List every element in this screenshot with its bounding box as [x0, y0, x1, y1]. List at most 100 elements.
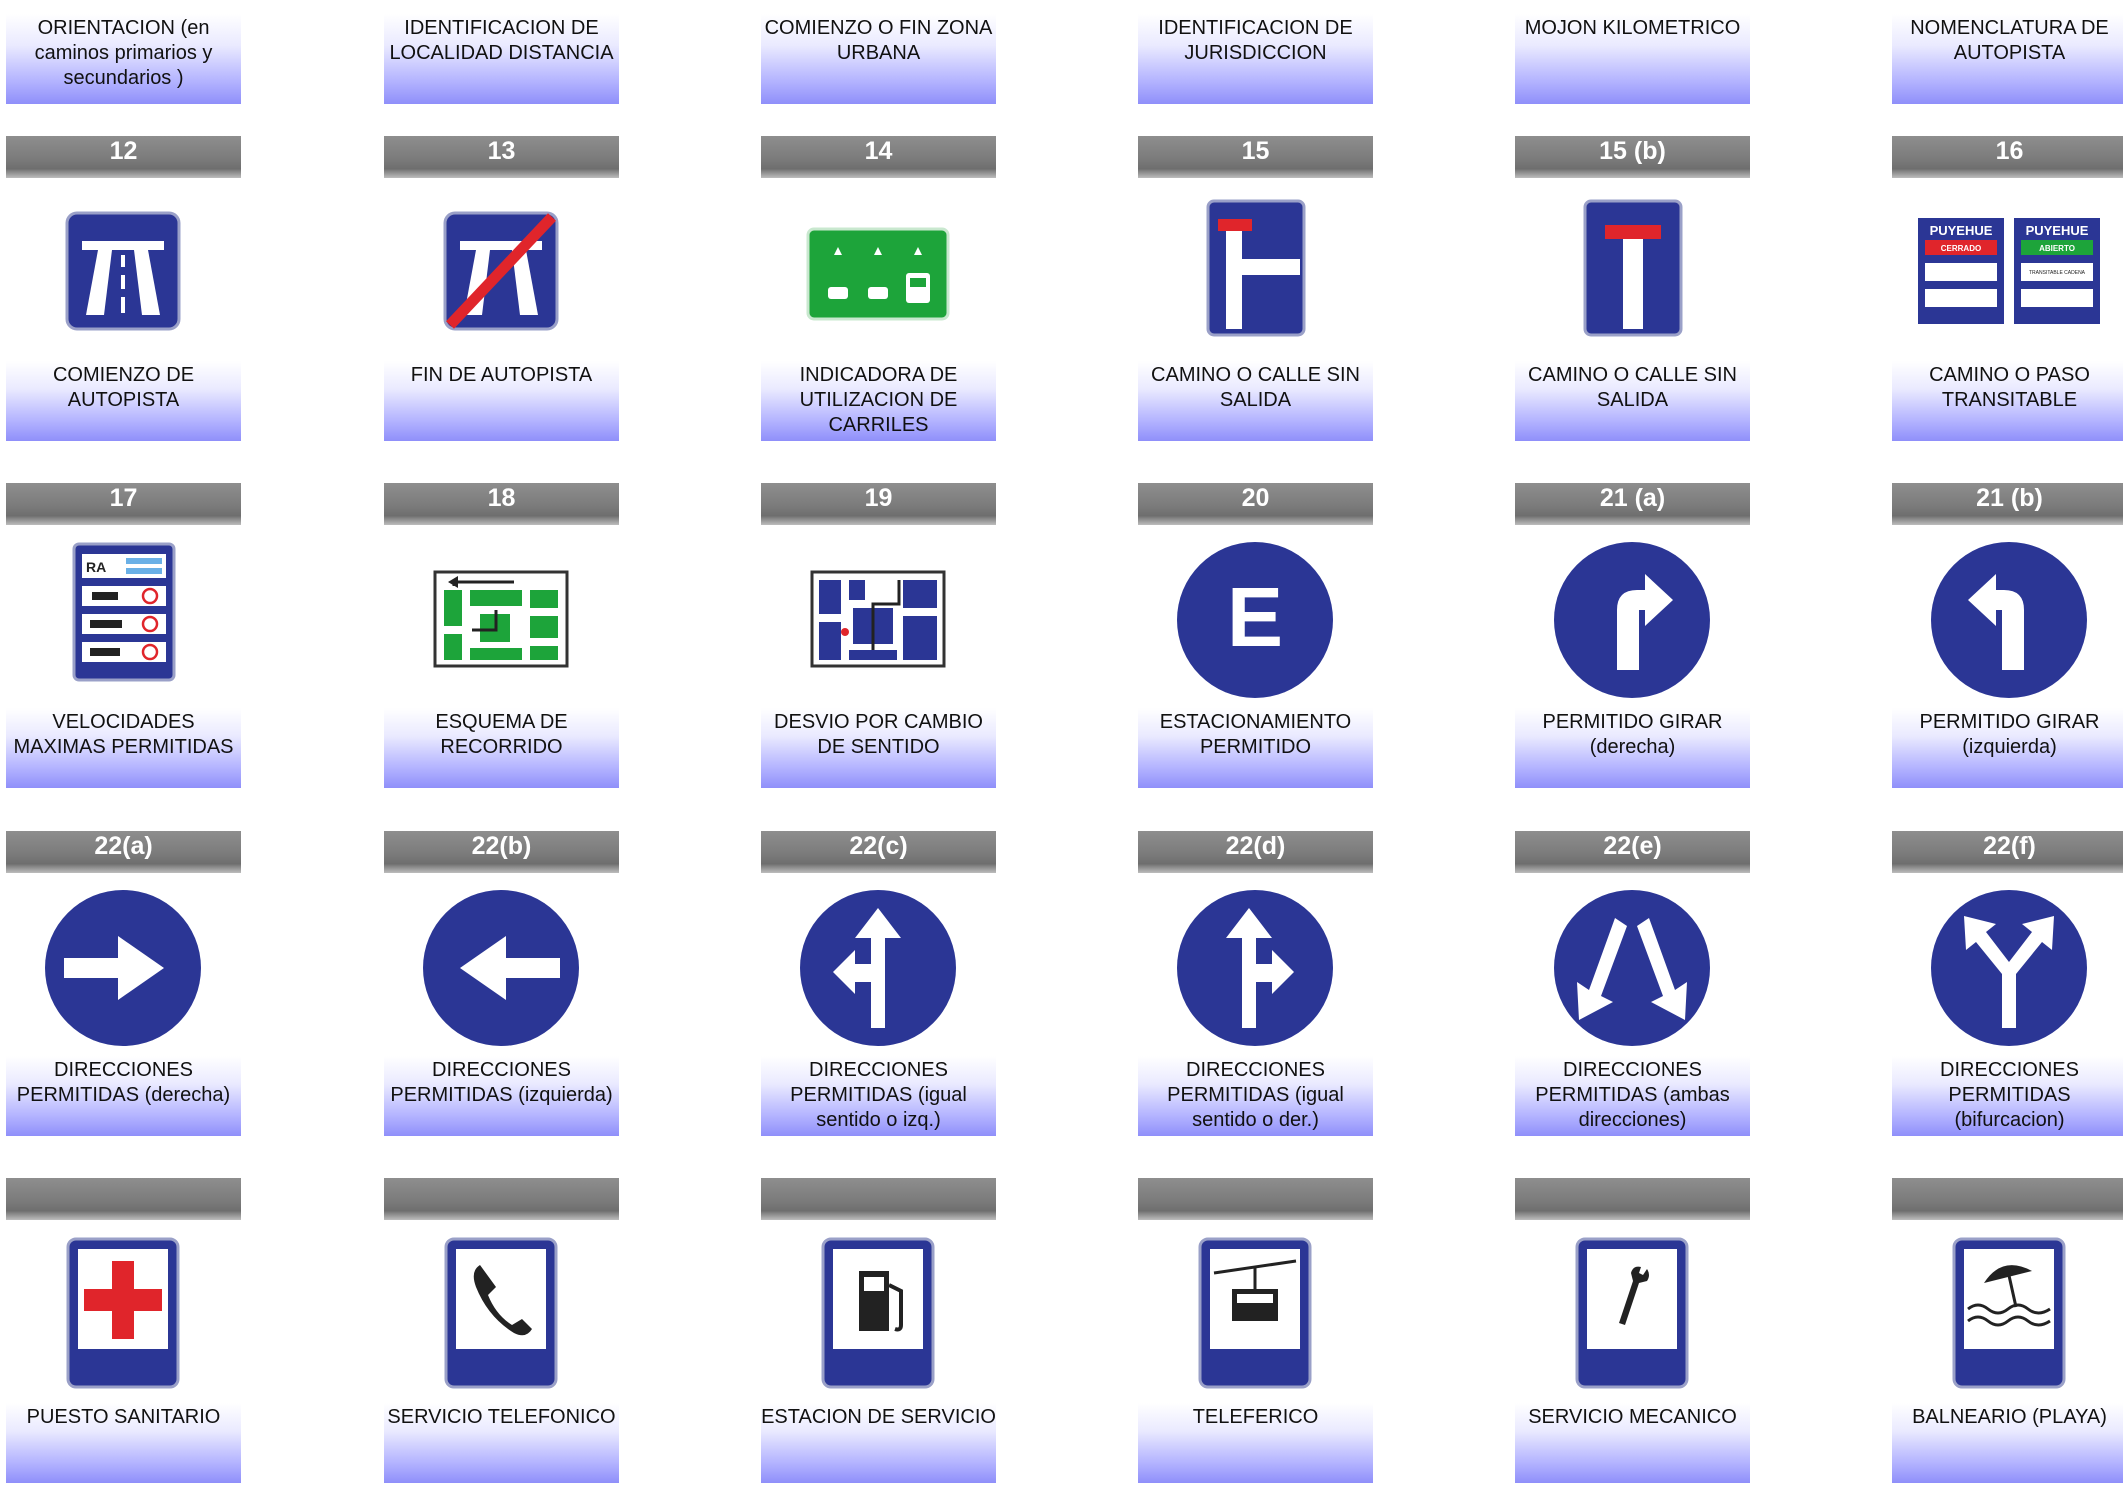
- sign-label: VELOCIDADES MAXIMAS PERMITIDAS: [6, 708, 241, 788]
- sign-label: PUESTO SANITARIO: [6, 1403, 241, 1483]
- sign-number-header: 16: [1892, 136, 2123, 178]
- telephone-sign-icon: [384, 1225, 619, 1400]
- sign-card: COMIENZO O FIN ZONA URBANA: [761, 0, 996, 105]
- mechanic-sign-icon: [1515, 1225, 1750, 1400]
- sign-label: COMIENZO DE AUTOPISTA: [6, 361, 241, 441]
- sign-card: 22(b) DIRECCIONES PERMITIDAS (izquierda): [384, 831, 619, 1141]
- cable-car-sign-icon: [1138, 1225, 1373, 1400]
- sign-card: SERVICIO MECANICO: [1515, 1178, 1750, 1488]
- sign-card: NOMENCLATURA DE AUTOPISTA: [1892, 0, 2123, 105]
- sign-card: 13 FIN DE AUTOPISTA: [384, 136, 619, 446]
- sign-label: ESTACION DE SERVICIO: [761, 1403, 996, 1483]
- sign-label: MOJON KILOMETRICO: [1515, 14, 1750, 104]
- sign-label: CAMINO O CALLE SIN SALIDA: [1515, 361, 1750, 441]
- straight-or-left-sign-icon: [761, 878, 996, 1053]
- sign-card: BALNEARIO (PLAYA): [1892, 1178, 2123, 1488]
- sign-card: PUESTO SANITARIO: [6, 1178, 241, 1488]
- route-scheme-sign-icon: [384, 530, 619, 705]
- sign-label: DIRECCIONES PERMITIDAS (derecha): [6, 1056, 241, 1136]
- sign-label: IDENTIFICACION DE LOCALIDAD DISTANCIA: [384, 14, 619, 104]
- lane-usage-sign-icon: [761, 183, 996, 358]
- sign-card: 12 COMIENZO DE AUTOPISTA: [6, 136, 241, 446]
- dead-end-sign-icon: [1515, 183, 1750, 358]
- sign-label: NOMENCLATURA DE AUTOPISTA: [1892, 14, 2123, 104]
- turn-right-sign-icon: [1515, 530, 1750, 705]
- sign-number-header: 22(d): [1138, 831, 1373, 873]
- sign-label: ESQUEMA DE RECORRIDO: [384, 708, 619, 788]
- sign-label: ESTACIONAMIENTO PERMITIDO: [1138, 708, 1373, 788]
- highway-end-sign-icon: [384, 183, 619, 358]
- sign-number-header: 13: [384, 136, 619, 178]
- sign-label: CAMINO O CALLE SIN SALIDA: [1138, 361, 1373, 441]
- sign-card: 17 RA VELOCIDADES MAXIMAS PERMITIDAS: [6, 483, 241, 793]
- sign-card: 19 DESVIO POR CAMBIO DE SENTIDO: [761, 483, 996, 793]
- fork-sign-icon: [1892, 878, 2123, 1053]
- sign-number-header: 22(c): [761, 831, 996, 873]
- sign-number-header: [1138, 1178, 1373, 1220]
- sign-label: CAMINO O PASO TRANSITABLE: [1892, 361, 2123, 441]
- sign-number-header: 17: [6, 483, 241, 525]
- speed-header-text: RA: [86, 559, 106, 575]
- sign-card: 16 PUYEHUE PUYEHUE CERRADO ABIERTO TRANS…: [1892, 136, 2123, 446]
- sign-label: DIRECCIONES PERMITIDAS (igual sentido o …: [761, 1056, 996, 1136]
- pass-name-left: PUYEHUE: [1930, 223, 1993, 238]
- sign-label: PERMITIDO GIRAR (izquierda): [1892, 708, 2123, 788]
- sign-label: SERVICIO TELEFONICO: [384, 1403, 619, 1483]
- sign-label: PERMITIDO GIRAR (derecha): [1515, 708, 1750, 788]
- sign-card: 22(d) DIRECCIONES PERMITIDAS (igual sent…: [1138, 831, 1373, 1141]
- pass-note-text: TRANSITABLE CADENA: [2029, 270, 2086, 276]
- sign-card: 18 ESQUEMA DE RECORRIDO: [384, 483, 619, 793]
- sign-card: IDENTIFICACION DE LOCALIDAD DISTANCIA: [384, 0, 619, 105]
- sign-number-header: 18: [384, 483, 619, 525]
- arrow-left-sign-icon: [384, 878, 619, 1053]
- sign-number-header: 22(e): [1515, 831, 1750, 873]
- sign-card: 15 CAMINO O CALLE SIN SALIDA: [1138, 136, 1373, 446]
- sign-card: ESTACION DE SERVICIO: [761, 1178, 996, 1488]
- sign-card: 22(a) DIRECCIONES PERMITIDAS (derecha): [6, 831, 241, 1141]
- sign-label: DIRECCIONES PERMITIDAS (bifurcacion): [1892, 1056, 2123, 1136]
- sign-number-header: 19: [761, 483, 996, 525]
- sign-card: 22(e) DIRECCIONES PERMITIDAS (ambas dire…: [1515, 831, 1750, 1141]
- sign-number-header: 22(a): [6, 831, 241, 873]
- sign-number-header: 12: [6, 136, 241, 178]
- sign-label: DIRECCIONES PERMITIDAS (ambas direccione…: [1515, 1056, 1750, 1136]
- sign-label: COMIENZO O FIN ZONA URBANA: [761, 14, 996, 104]
- sign-card: TELEFERICO: [1138, 1178, 1373, 1488]
- sign-label: DESVIO POR CAMBIO DE SENTIDO: [761, 708, 996, 788]
- sign-number-header: [1515, 1178, 1750, 1220]
- sign-number-header: 22(f): [1892, 831, 2123, 873]
- sign-number-header: [761, 1178, 996, 1220]
- sign-label: IDENTIFICACION DE JURISDICCION: [1138, 14, 1373, 104]
- pass-status-sign-icon: PUYEHUE PUYEHUE CERRADO ABIERTO TRANSITA…: [1892, 183, 2123, 358]
- sign-number-header: [6, 1178, 241, 1220]
- first-aid-sign-icon: [6, 1225, 241, 1400]
- sign-label: BALNEARIO (PLAYA): [1892, 1403, 2123, 1483]
- sign-card: MOJON KILOMETRICO: [1515, 0, 1750, 105]
- parking-letter: E: [1227, 570, 1283, 664]
- sign-label: DIRECCIONES PERMITIDAS (izquierda): [384, 1056, 619, 1136]
- sign-number-header: 14: [761, 136, 996, 178]
- sign-card: 22(c) DIRECCIONES PERMITIDAS (igual sent…: [761, 831, 996, 1141]
- sign-number-header: 21 (b): [1892, 483, 2123, 525]
- sign-label: FIN DE AUTOPISTA: [384, 361, 619, 441]
- sign-card: 20 E ESTACIONAMIENTO PERMITIDO: [1138, 483, 1373, 793]
- straight-or-right-sign-icon: [1138, 878, 1373, 1053]
- fuel-station-sign-icon: [761, 1225, 996, 1400]
- sign-label: TELEFERICO: [1138, 1403, 1373, 1483]
- pass-open-text: ABIERTO: [2039, 244, 2075, 253]
- detour-sign-icon: [761, 530, 996, 705]
- sign-number-header: 22(b): [384, 831, 619, 873]
- sign-label: INDICADORA DE UTILIZACION DE CARRILES: [761, 361, 996, 441]
- pass-name-right: PUYEHUE: [2026, 223, 2089, 238]
- sign-card: 21 (b) PERMITIDO GIRAR (izquierda): [1892, 483, 2123, 793]
- beach-sign-icon: [1892, 1225, 2123, 1400]
- highway-start-sign-icon: [6, 183, 241, 358]
- sign-number-header: 15: [1138, 136, 1373, 178]
- sign-number-header: 15 (b): [1515, 136, 1750, 178]
- both-directions-sign-icon: [1515, 878, 1750, 1053]
- sign-card: 15 (b) CAMINO O CALLE SIN SALIDA: [1515, 136, 1750, 446]
- max-speeds-sign-icon: RA: [6, 530, 241, 705]
- dead-end-side-sign-icon: [1138, 183, 1373, 358]
- sign-label: ORIENTACION (en caminos primarios y secu…: [6, 14, 241, 104]
- sign-number-header: 20: [1138, 483, 1373, 525]
